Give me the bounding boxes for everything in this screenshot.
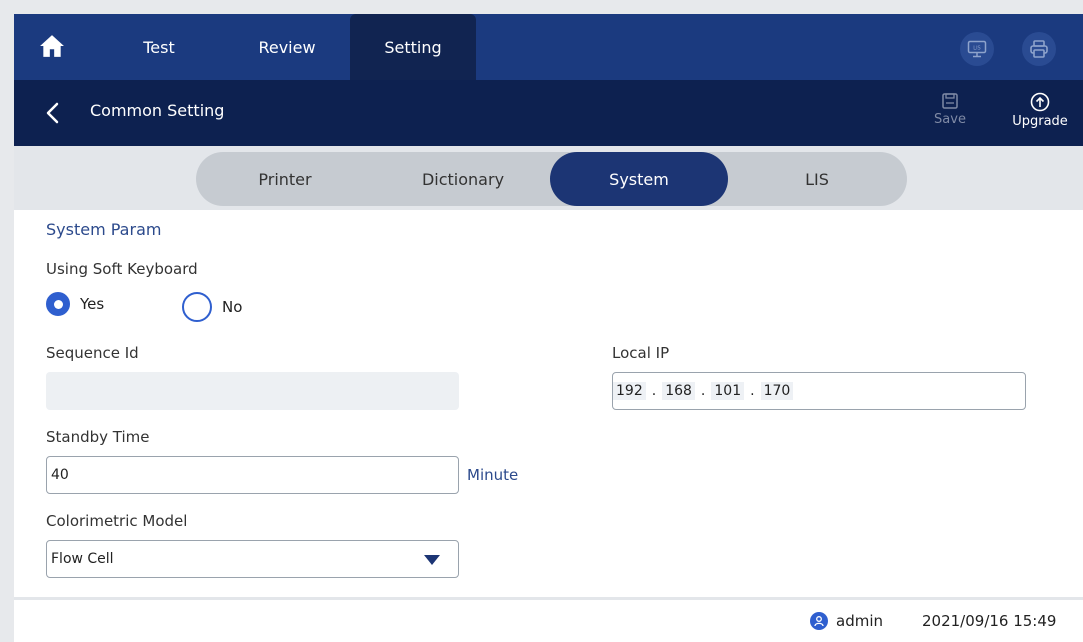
print-button[interactable] <box>1022 32 1056 66</box>
nav-tab-test-label: Test <box>143 37 175 57</box>
home-button[interactable] <box>34 28 70 64</box>
nav-tab-setting[interactable]: Setting <box>350 14 476 80</box>
radio-yes-label: Yes <box>80 295 105 313</box>
username: admin <box>836 612 883 630</box>
segment-lis-label: LIS <box>805 169 829 189</box>
home-icon <box>40 35 64 57</box>
segment-lis[interactable]: LIS <box>728 152 906 206</box>
standby-time-unit: Minute <box>467 466 519 484</box>
segment-printer[interactable]: Printer <box>196 152 374 206</box>
upgrade-label: Upgrade <box>1012 114 1068 129</box>
colorimetric-model-value: Flow Cell <box>51 551 114 567</box>
save-label: Save <box>934 112 966 127</box>
datetime: 2021/09/16 15:49 <box>922 612 1057 630</box>
ip-octet-1[interactable]: 192 <box>613 382 646 400</box>
lis-icon-text: LIS <box>973 46 980 52</box>
sequence-id-field <box>46 372 459 410</box>
radio-yes[interactable]: Yes <box>46 292 104 316</box>
soft-keyboard-label: Using Soft Keyboard <box>46 260 198 278</box>
ip-octet-2[interactable]: 168 <box>662 382 695 400</box>
user-icon <box>810 612 828 630</box>
sub-header: Common Setting Save Upgrade <box>14 80 1083 146</box>
standby-time-label: Standby Time <box>46 428 150 446</box>
chevron-left-icon <box>46 102 59 124</box>
ip-separator: . <box>700 383 706 399</box>
segment-dictionary[interactable]: Dictionary <box>374 152 552 206</box>
segment-system-label: System <box>609 169 669 189</box>
sequence-id-label: Sequence Id <box>46 344 139 362</box>
current-user: admin <box>810 612 883 630</box>
segment-system[interactable]: System <box>550 152 728 206</box>
upgrade-button[interactable]: Upgrade <box>1012 92 1068 140</box>
settings-segment-bar: Printer Dictionary System LIS <box>196 152 907 206</box>
local-ip-input[interactable]: 192 . 168 . 101 . 170 <box>612 372 1026 410</box>
lis-monitor-icon: LIS <box>967 40 987 58</box>
top-nav: Test Review Setting LIS <box>14 14 1083 80</box>
ip-separator: . <box>651 383 657 399</box>
colorimetric-model-label: Colorimetric Model <box>46 512 188 530</box>
nav-tab-setting-label: Setting <box>384 37 442 57</box>
radio-no[interactable]: No <box>182 292 242 322</box>
upgrade-icon <box>1030 92 1050 112</box>
ip-octet-3[interactable]: 101 <box>711 382 745 400</box>
nav-tab-review-label: Review <box>258 37 316 57</box>
nav-tab-review[interactable]: Review <box>232 14 342 80</box>
save-button[interactable]: Save <box>922 92 978 140</box>
ip-separator: . <box>750 383 755 399</box>
radio-no-circle <box>182 292 212 322</box>
local-ip-label: Local IP <box>612 344 670 362</box>
status-bar: admin 2021/09/16 15:49 <box>14 600 1083 642</box>
system-param-panel: System Param Using Soft Keyboard Yes No … <box>14 210 1083 597</box>
colorimetric-model-select[interactable]: Flow Cell <box>46 540 459 578</box>
nav-tab-test[interactable]: Test <box>114 14 204 80</box>
radio-yes-circle <box>46 292 70 316</box>
back-button[interactable] <box>40 100 66 126</box>
caret-down-icon <box>424 555 440 565</box>
radio-no-label: No <box>222 298 243 316</box>
segment-printer-label: Printer <box>258 169 312 189</box>
standby-time-input[interactable]: 40 <box>46 456 459 494</box>
ip-octet-4[interactable]: 170 <box>760 382 794 400</box>
lis-button[interactable]: LIS <box>960 32 994 66</box>
save-icon <box>942 93 958 109</box>
printer-icon <box>1030 40 1048 58</box>
page-title: Common Setting <box>90 101 225 120</box>
standby-time-value: 40 <box>51 467 69 483</box>
app-frame: Test Review Setting LIS Common Setting S… <box>14 14 1083 642</box>
segment-dictionary-label: Dictionary <box>421 169 505 189</box>
section-title: System Param <box>46 220 162 239</box>
